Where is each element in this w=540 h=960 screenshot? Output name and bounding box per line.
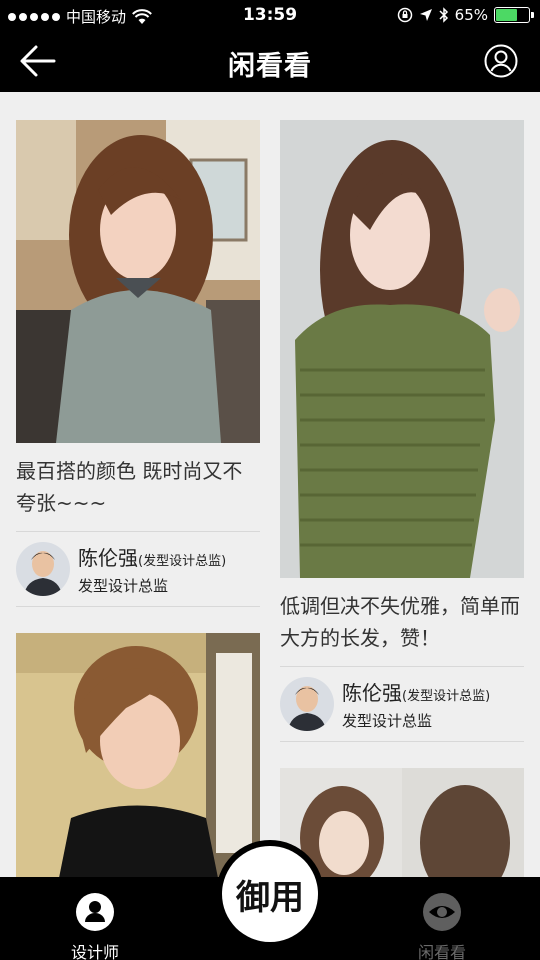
battery-percent: 65% — [454, 6, 488, 24]
status-bar: 中国移动 13:59 65% — [0, 0, 540, 30]
post-photo[interactable] — [16, 120, 260, 443]
tab-browse-label: 闲看看 — [417, 943, 466, 960]
post-photo[interactable] — [280, 768, 524, 877]
feed-column-right: 低调但决不失优雅，简单而大方的长发，赞！ 陈伦强(发型设计总监) 发型设计总监 — [280, 120, 524, 877]
feed[interactable]: 最百搭的颜色 既时尚又不夸张~~~ 陈伦强(发型设计总监) 发型设计总监 低调但… — [0, 92, 540, 877]
post-photo[interactable] — [16, 633, 260, 877]
post-caption: 最百搭的颜色 既时尚又不夸张~~~ — [16, 459, 243, 515]
author-role: 发型设计总监 — [342, 712, 433, 730]
author-tag: (发型设计总监) — [138, 554, 227, 569]
author-row[interactable]: 陈伦强(发型设计总监) 发型设计总监 — [280, 666, 524, 742]
bluetooth-icon — [439, 7, 448, 23]
author-avatar[interactable] — [16, 542, 70, 596]
tab-designer[interactable]: 设计师 — [35, 877, 155, 960]
post-card[interactable]: 最百搭的颜色 既时尚又不夸张~~~ 陈伦强(发型设计总监) 发型设计总监 — [16, 120, 260, 607]
author-role: 发型设计总监 — [78, 577, 169, 595]
eye-icon — [423, 893, 461, 931]
location-icon — [419, 9, 432, 21]
center-exclusive-button[interactable]: 御用 — [216, 840, 324, 948]
post-caption: 低调但决不失优雅，简单而大方的长发，赞！ — [280, 594, 520, 650]
page-title: 闲看看 — [228, 51, 312, 82]
nav-bar: 闲看看 — [0, 30, 540, 92]
author-name: 陈伦强 — [342, 681, 402, 705]
person-icon — [76, 893, 114, 931]
tab-designer-label: 设计师 — [70, 943, 119, 960]
rotation-lock-icon — [397, 7, 412, 23]
user-circle-icon[interactable] — [484, 44, 518, 78]
author-avatar[interactable] — [280, 677, 334, 731]
center-exclusive-label: 御用 — [222, 846, 318, 942]
post-card[interactable]: 低调但决不失优雅，简单而大方的长发，赞！ 陈伦强(发型设计总监) 发型设计总监 — [280, 120, 524, 742]
author-tag: (发型设计总监) — [402, 689, 491, 704]
post-card[interactable] — [16, 633, 260, 877]
author-row[interactable]: 陈伦强(发型设计总监) 发型设计总监 — [16, 531, 260, 607]
post-card[interactable] — [280, 768, 524, 877]
post-photo[interactable] — [280, 120, 524, 578]
tab-browse[interactable]: 闲看看 — [382, 877, 502, 960]
feed-column-left: 最百搭的颜色 既时尚又不夸张~~~ 陈伦强(发型设计总监) 发型设计总监 — [16, 120, 260, 877]
battery-icon — [494, 7, 534, 23]
author-name: 陈伦强 — [78, 546, 138, 570]
